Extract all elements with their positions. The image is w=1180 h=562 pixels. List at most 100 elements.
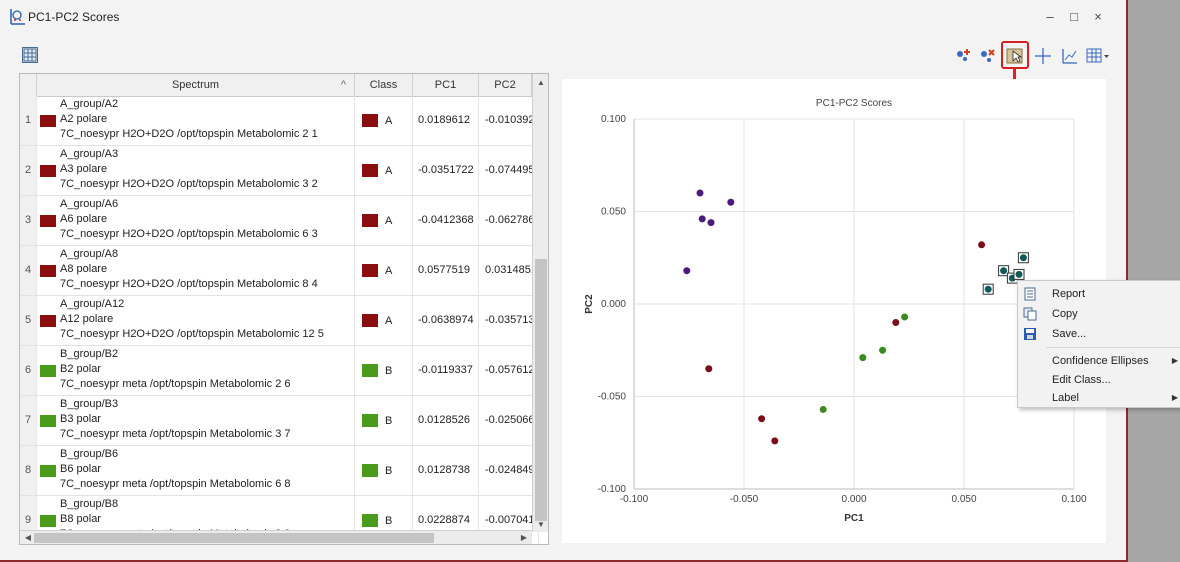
pc2-value: -0.074495: [479, 146, 539, 195]
scores-plot-icon: [10, 9, 25, 25]
close-button[interactable]: ×: [1088, 8, 1108, 26]
row-color-swatch: [40, 265, 56, 277]
minimize-button[interactable]: –: [1040, 8, 1060, 26]
table-grid-icon[interactable]: [22, 47, 38, 63]
data-point: [978, 241, 986, 249]
header-pc1[interactable]: PC1: [413, 74, 479, 96]
horizontal-scroll-thumb[interactable]: [34, 533, 434, 543]
scroll-up-icon[interactable]: ▲: [533, 76, 548, 90]
table-row[interactable]: 5 A_group/A12 A12 polare 7C_noesypr H2O+D2O…: [20, 296, 539, 346]
spectrum-group: A_group/A3: [60, 148, 119, 160]
table-row[interactable]: 2 A_group/A3 A3 polare 7C_noesypr H2O+D2O /…: [20, 146, 539, 196]
class-cell: A: [355, 246, 413, 295]
class-label: A: [385, 215, 393, 227]
pc2-value: -0.0357137: [479, 296, 539, 345]
crosshair-icon[interactable]: [1033, 46, 1053, 66]
menu-item-confidence-ellipses[interactable]: Confidence Ellipses ▶: [1018, 351, 1180, 371]
menu-item-edit-class[interactable]: Edit Class...: [1018, 370, 1180, 390]
table-row[interactable]: 3 A_group/A6 A6 polare 7C_noesypr H2O+D2O /…: [20, 196, 539, 246]
y-tick-label: 0.000: [601, 299, 626, 310]
class-cell: B: [355, 396, 413, 445]
row-color-swatch: [40, 515, 56, 527]
maximize-button[interactable]: □: [1064, 8, 1084, 26]
header-class[interactable]: Class: [355, 74, 413, 96]
data-point: [1000, 267, 1008, 275]
class-cell: B: [355, 446, 413, 495]
scroll-right-icon[interactable]: ▶: [516, 531, 532, 544]
menu-item-report-label: Report: [1052, 288, 1086, 300]
table-row[interactable]: 1 A_group/A2 A2 polare 7C_noesypr H2O+D2O /…: [20, 96, 539, 146]
vertical-scroll-thumb[interactable]: [535, 259, 547, 521]
menu-item-copy[interactable]: Copy: [1018, 304, 1180, 324]
pc2-value: -0.0248494: [479, 446, 539, 495]
class-color-swatch: [362, 514, 378, 527]
class-color-swatch: [362, 164, 378, 177]
x-axis-label: PC1: [844, 513, 864, 524]
data-point: [1015, 270, 1023, 278]
chart-axes-icon[interactable]: [1059, 46, 1079, 66]
spectrum-details: 7C_noesypr H2O+D2O /opt/topspin Metabolo…: [60, 328, 324, 340]
row-number: 1: [20, 96, 37, 145]
row-color-swatch: [40, 115, 56, 127]
data-point: [683, 267, 691, 275]
vertical-scrollbar[interactable]: ▲ ▼: [532, 74, 548, 532]
header-spectrum[interactable]: Spectrum ^: [37, 74, 355, 96]
menu-item-label[interactable]: Label ▶: [1018, 388, 1180, 408]
spectrum-group: B_group/B2: [60, 348, 119, 360]
class-label: A: [385, 265, 393, 277]
row-number: 8: [20, 446, 37, 495]
table-dropdown-icon[interactable]: [1085, 46, 1111, 66]
class-cell: A: [355, 146, 413, 195]
horizontal-scrollbar[interactable]: ◀ ▶: [20, 530, 532, 544]
class-label: B: [385, 465, 393, 477]
spectrum-details: 7C_noesypr meta /opt/topspin Metabolomic…: [60, 378, 291, 390]
spectrum-group: A_group/A12: [60, 298, 125, 310]
pc2-value: -0.010392: [479, 96, 539, 145]
table-row[interactable]: 6 B_group/B2 B2 polar 7C_noesypr meta /opt/…: [20, 346, 539, 396]
remove-point-icon[interactable]: [977, 46, 997, 66]
data-point: [901, 313, 909, 321]
scroll-down-icon[interactable]: ▼: [533, 518, 548, 532]
spectrum-cell: A_group/A3 A3 polare 7C_noesypr H2O+D2O /o…: [37, 146, 355, 195]
header-pc2[interactable]: PC2: [479, 74, 532, 96]
pc1-value: 0.0189612: [413, 96, 479, 145]
spectrum-details: 7C_noesypr meta /opt/topspin Metabolomic…: [60, 428, 291, 440]
spectrum-name: A3 polare: [60, 163, 108, 175]
spectrum-name: B8 polar: [60, 513, 101, 525]
pc2-value: -0.0627867: [479, 196, 539, 245]
data-point: [758, 415, 766, 423]
menu-item-report[interactable]: Report: [1018, 284, 1180, 304]
table-row[interactable]: 8 B_group/B6 B6 polar 7C_noesypr meta /opt/…: [20, 446, 539, 496]
report-icon: [1024, 287, 1036, 301]
x-tick-label: -0.100: [620, 494, 649, 505]
class-label: A: [385, 315, 393, 327]
x-tick-label: 0.000: [841, 494, 866, 505]
sort-ascending-icon: ^: [340, 79, 346, 91]
spectrum-cell: A_group/A6 A6 polare 7C_noesypr H2O+D2O /o…: [37, 196, 355, 245]
spectrum-name: A2 polare: [60, 113, 108, 125]
scores-window: PC1-PC2 Scores – □ × Spectrum ^ Class PC…: [0, 0, 1128, 562]
spectrum-details: 7C_noesypr H2O+D2O /opt/topspin Metabolo…: [60, 278, 318, 290]
spectrum-cell: A_group/A12 A12 polare 7C_noesypr H2O+D2O …: [37, 296, 355, 345]
row-number: 2: [20, 146, 37, 195]
table-row[interactable]: 4 A_group/A8 A8 polare 7C_noesypr H2O+D2O /…: [20, 246, 539, 296]
spectrum-name: B3 polar: [60, 413, 101, 425]
class-color-swatch: [362, 264, 378, 277]
pc2-value: -0.0250663: [479, 396, 539, 445]
save-icon: [1024, 328, 1036, 340]
menu-item-save[interactable]: Save...: [1018, 324, 1180, 344]
y-tick-label: 0.100: [601, 114, 626, 125]
pc1-value: -0.0412368: [413, 196, 479, 245]
submenu-arrow-icon: ▶: [1171, 393, 1178, 402]
table-row[interactable]: 7 B_group/B3 B3 polar 7C_noesypr meta /opt/…: [20, 396, 539, 446]
scores-table: Spectrum ^ Class PC1 PC2 1 A_group/A2 A2 p…: [19, 73, 549, 545]
spectrum-name: B6 polar: [60, 463, 101, 475]
data-point: [696, 189, 704, 197]
add-point-icon[interactable]: [953, 46, 973, 66]
pc1-value: -0.0119337: [413, 346, 479, 395]
title-bar: PC1-PC2 Scores – □ ×: [0, 0, 1126, 32]
class-label: A: [385, 115, 393, 127]
class-color-swatch: [362, 214, 378, 227]
data-point: [984, 285, 992, 293]
menu-separator: [1046, 347, 1180, 348]
